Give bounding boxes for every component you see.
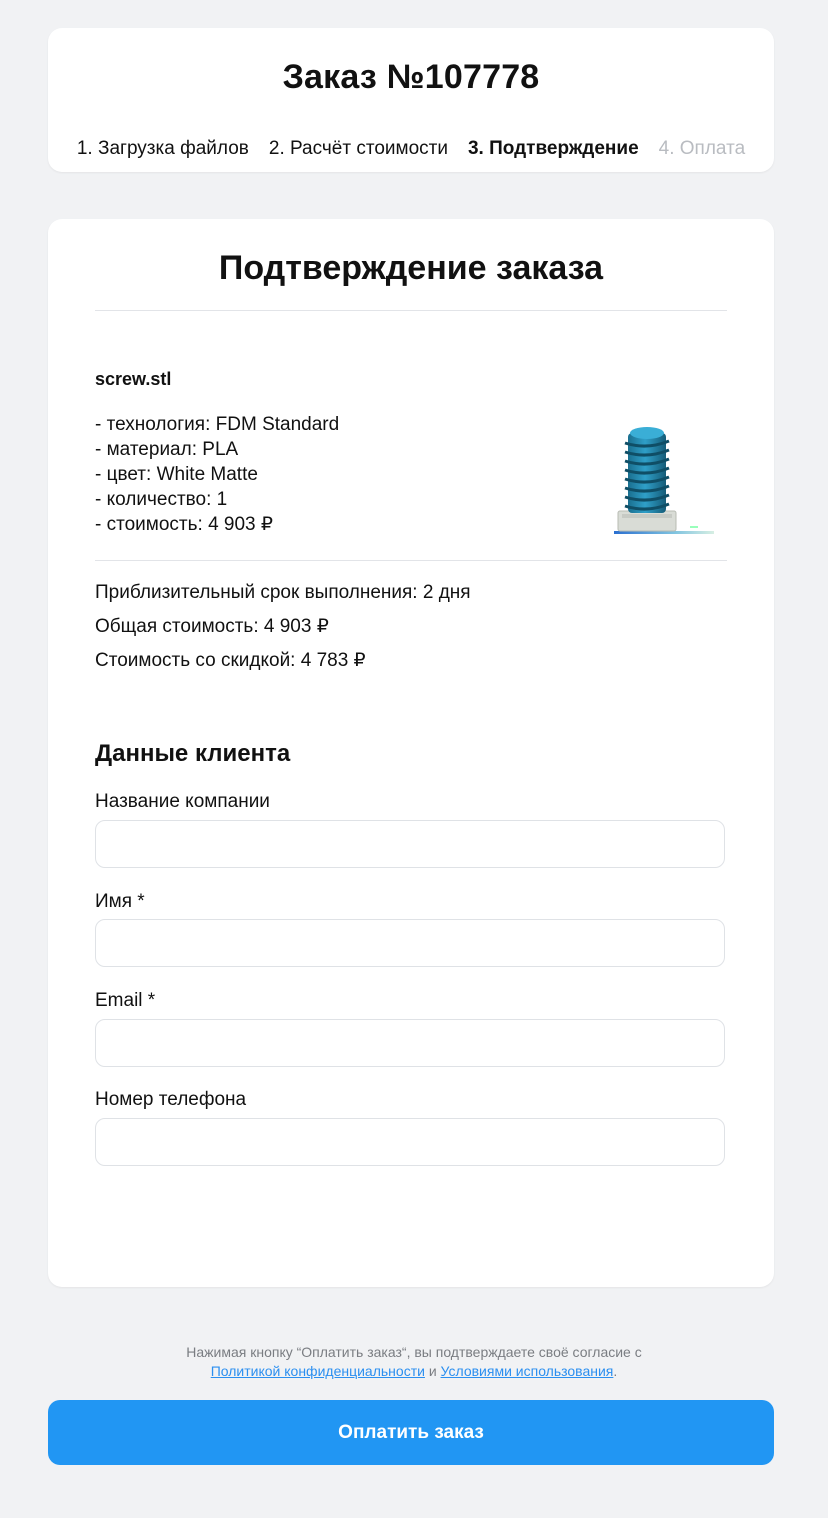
order-title: Заказ №107778 <box>282 58 540 96</box>
name-label: Имя * <box>95 891 145 912</box>
step-price-calculation[interactable]: 2. Расчёт стоимости <box>269 138 448 160</box>
company-label: Название компании <box>95 791 270 812</box>
consent-prefix: Нажимая кнопку “Оплатить заказ“, вы подт… <box>186 1344 642 1360</box>
spec-material: - материал: PLA <box>95 439 239 460</box>
divider <box>95 310 727 311</box>
consent-and: и <box>428 1363 437 1379</box>
company-input[interactable] <box>95 820 725 868</box>
lead-time: Приблизительный срок выполнения: 2 дня <box>95 582 471 603</box>
spec-quantity: - количество: 1 <box>95 489 228 510</box>
order-confirmation-card: Подтверждение заказа screw.stl - техноло… <box>48 219 774 1287</box>
email-input[interactable] <box>95 1019 725 1067</box>
spec-color: - цвет: White Matte <box>95 464 258 485</box>
total-price: Общая стоимость: 4 903 ₽ <box>95 616 329 637</box>
spec-price: - стоимость: 4 903 ₽ <box>95 514 273 535</box>
client-data-title: Данные клиента <box>95 740 291 767</box>
terms-of-use-link[interactable]: Условиями использования <box>441 1363 614 1379</box>
step-confirmation: 3. Подтверждение <box>467 138 639 159</box>
screw-model-preview-icon <box>614 427 714 534</box>
order-summary: Приблизительный срок выполнения: 2 дня О… <box>95 581 471 683</box>
divider <box>95 560 727 561</box>
step-payment: 4. Оплата <box>658 138 746 159</box>
phone-label: Номер телефона <box>95 1089 247 1110</box>
email-label: Email * <box>95 990 156 1011</box>
checkout-steps: 1. Загрузка файлов 2. Расчёт стоимости 3… <box>48 138 774 160</box>
order-header-card: Заказ №107778 1. Загрузка файлов 2. Расч… <box>48 28 774 172</box>
file-specs: - технология: FDM Standard - материал: P… <box>95 412 339 537</box>
phone-input[interactable] <box>95 1118 725 1166</box>
discounted-price: Стоимость со скидкой: 4 783 ₽ <box>95 650 366 671</box>
file-name: screw.stl <box>95 369 172 389</box>
pay-order-button[interactable]: Оплатить заказ <box>48 1400 774 1465</box>
confirmation-title: Подтверждение заказа <box>218 249 604 287</box>
privacy-policy-link[interactable]: Политикой конфиденциальности <box>211 1363 425 1379</box>
consent-period: . <box>613 1363 618 1379</box>
name-input[interactable] <box>95 919 725 967</box>
consent-text: Нажимая кнопку “Оплатить заказ“, вы подт… <box>0 1343 828 1381</box>
step-upload-files[interactable]: 1. Загрузка файлов <box>77 138 249 160</box>
spec-technology: - технология: FDM Standard <box>95 414 340 435</box>
